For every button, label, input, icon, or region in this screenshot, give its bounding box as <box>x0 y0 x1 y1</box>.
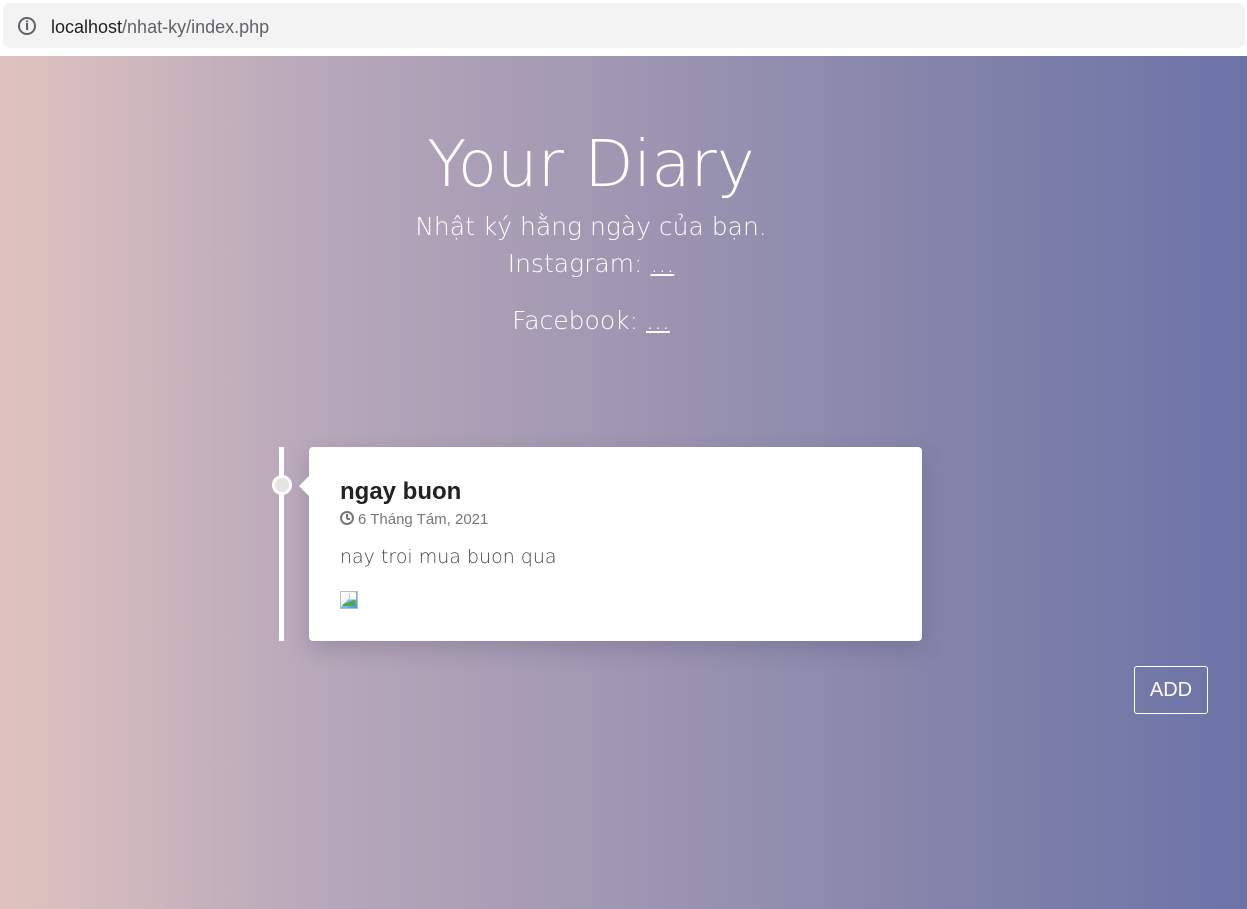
url-text[interactable]: localhost/nhat-ky/index.php <box>51 17 269 37</box>
instagram-link[interactable]: ... <box>650 249 674 278</box>
page-subtitle: Nhật ký hằng ngày của bạn. <box>415 212 767 241</box>
diary-page: Your Diary Nhật ký hằng ngày của bạn. In… <box>0 56 1247 909</box>
instagram-line: Instagram: ... <box>0 248 1182 280</box>
add-entry-button[interactable]: ADD <box>1134 666 1208 714</box>
instagram-label: Instagram: <box>507 249 643 278</box>
hero-section: Your Diary Nhật ký hằng ngày của bạn. In… <box>0 121 1182 337</box>
facebook-line: Facebook: ... <box>0 305 1182 337</box>
facebook-label: Facebook: <box>512 306 639 335</box>
broken-image-icon <box>340 591 358 609</box>
url-box[interactable]: i localhost/nhat-ky/index.php <box>3 3 1245 47</box>
clock-icon <box>340 511 354 525</box>
url-host: localhost <box>51 17 123 37</box>
timeline-dot <box>272 475 292 495</box>
browser-address-bar: i localhost/nhat-ky/index.php <box>0 0 1247 56</box>
entry-body: nay troi mua buon qua <box>340 546 557 568</box>
entry-date: 6 Tháng Tám, 2021 <box>340 510 488 530</box>
entry-date-text: 6 Tháng Tám, 2021 <box>358 511 489 528</box>
url-path: /nhat-ky/index.php <box>122 17 270 37</box>
diary-entry-card: ngay buon 6 Tháng Tám, 2021 nay troi mua… <box>299 447 922 641</box>
facebook-link[interactable]: ... <box>646 306 670 335</box>
entry-title: ngay buon <box>340 478 462 505</box>
info-icon[interactable]: i <box>18 17 36 35</box>
page-title: Your Diary <box>427 128 755 202</box>
